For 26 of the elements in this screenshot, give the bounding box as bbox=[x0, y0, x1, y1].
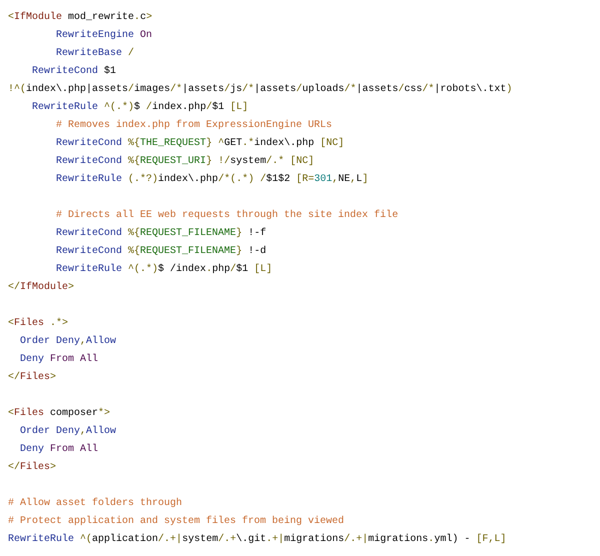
code-line: # Allow asset folders through bbox=[8, 496, 182, 511]
code-line: RewriteRule ^(application/.+|system/.+\.git.+|migrations/.+|migrations.yml) - [F,L] bbox=[8, 532, 506, 547]
code-line: # Protect application and system files from being viewed bbox=[8, 514, 344, 529]
code-line: # Directs all EE web requests through the site index file bbox=[55, 208, 398, 223]
code-line: RewriteRule ^(.*)$ /index.php/$1 [L] bbox=[55, 262, 272, 277]
code-line: <IfModule mod_rewrite.c> bbox=[8, 10, 152, 25]
code-line: Deny From All bbox=[19, 352, 98, 367]
code-line: Deny From All bbox=[19, 442, 98, 457]
code-line: </Files> bbox=[8, 370, 56, 385]
code-line: </Files> bbox=[8, 460, 56, 475]
code-line: RewriteBase / bbox=[55, 46, 134, 61]
code-line: # Removes index.php from ExpressionEngine URLs bbox=[55, 118, 332, 133]
code-line: Order Deny,Allow bbox=[19, 424, 116, 439]
code-line: RewriteCond %{REQUEST_URI} !/system/.* [NC] bbox=[55, 154, 314, 169]
code-line: RewriteCond %{REQUEST_FILENAME} !-f bbox=[55, 226, 266, 241]
code-line: <Files .*> bbox=[8, 316, 68, 331]
code-line: RewriteRule (.*?)index\.php/*(.*) /$1$2 [R=301,NE,L] bbox=[55, 172, 368, 187]
code-line: RewriteCond %{REQUEST_FILENAME} !-d bbox=[55, 244, 266, 259]
code-line: RewriteRule ^(.*)$ /index.php/$1 [L] bbox=[31, 100, 248, 115]
code-line: RewriteEngine On bbox=[55, 28, 152, 43]
code-line: RewriteCond %{THE_REQUEST} ^GET.*index\.php [NC] bbox=[55, 136, 344, 151]
code-line: Order Deny,Allow bbox=[19, 334, 116, 349]
code-line: </IfModule> bbox=[8, 280, 74, 295]
code-line: !^(index\.php|assets/images/*|assets/js/*|assets/uploads/*|assets/css/*|robots\.txt) bbox=[8, 82, 512, 97]
code-line: RewriteCond $1 bbox=[31, 64, 116, 79]
code-line: <Files composer*> bbox=[8, 406, 110, 421]
